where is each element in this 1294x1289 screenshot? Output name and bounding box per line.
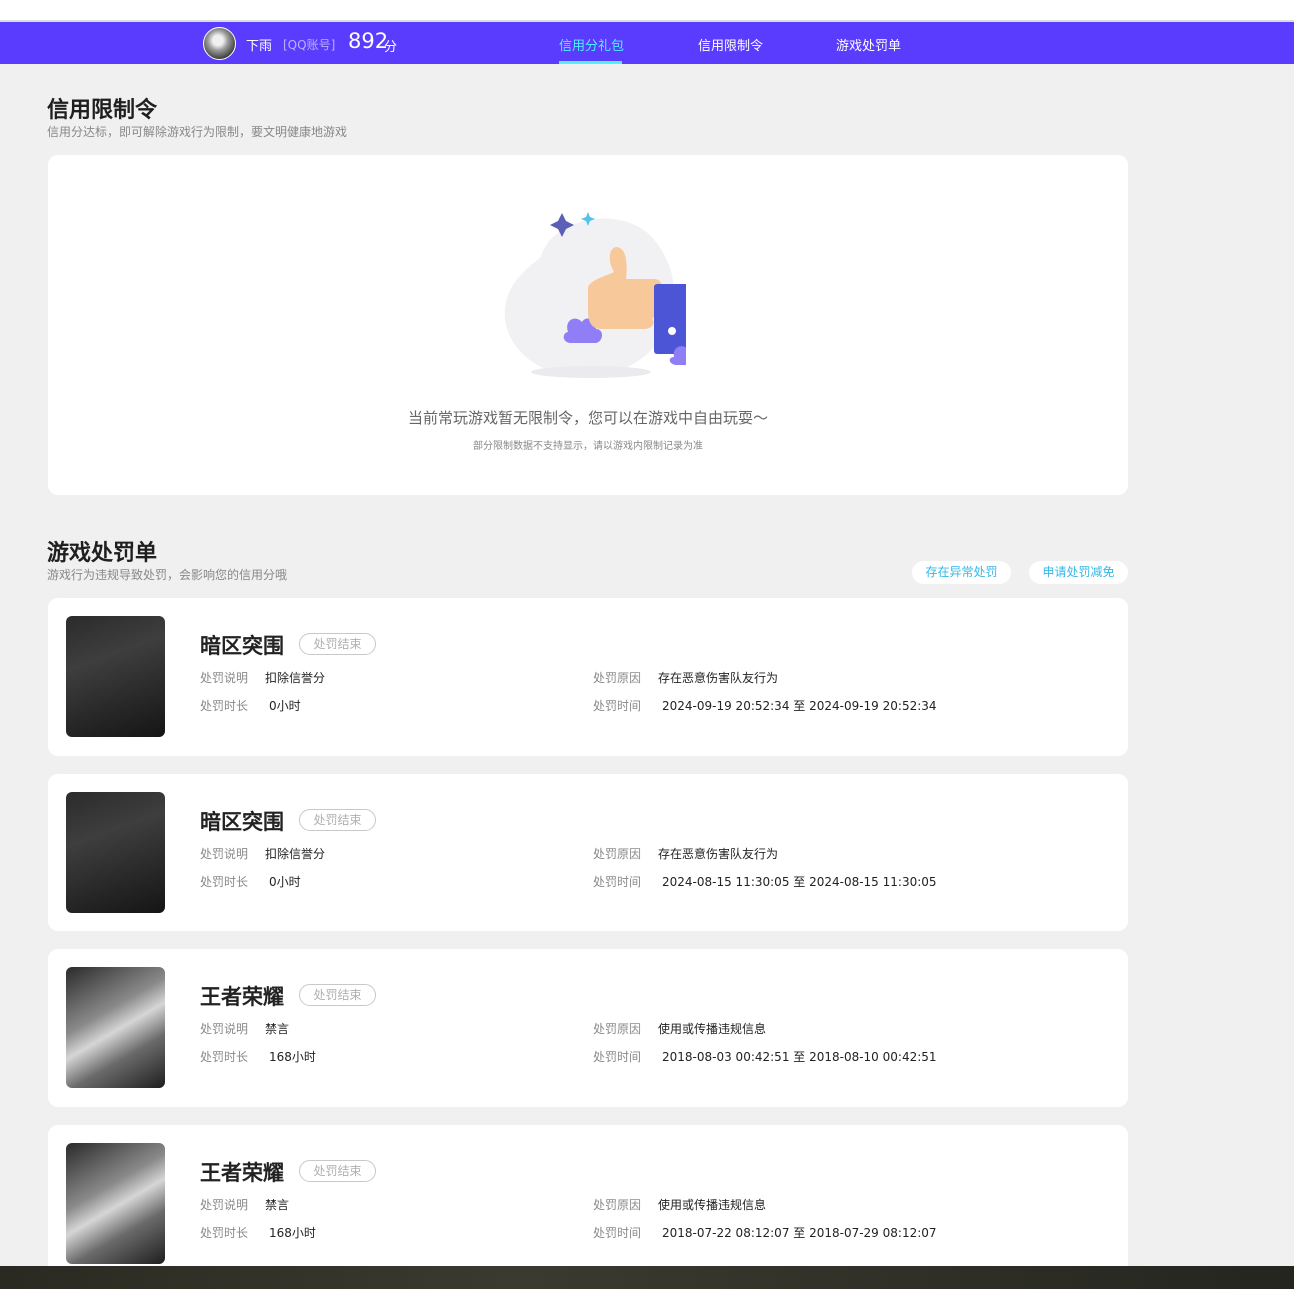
restriction-empty-note: 部分限制数据不支持显示，请以游戏内限制记录为准 (473, 441, 703, 452)
reason-label: 处罚原因 (593, 1022, 642, 1036)
status-badge: 处罚结束 (299, 1160, 376, 1182)
user-avatar[interactable] (203, 27, 236, 60)
credit-score: 892 (348, 29, 389, 53)
duration-value: 168小时 (269, 1050, 316, 1064)
description-label: 处罚说明 (200, 1198, 249, 1212)
penalty-record-card: 王者荣耀 处罚结束 处罚说明 禁言 处罚时长 168小时 处罚原因 使用或传播违… (48, 949, 1128, 1107)
time-label: 处罚时间 (593, 699, 642, 713)
credit-score-unit: 分 (384, 40, 398, 55)
penalty-record-card: 暗区突围 处罚结束 处罚说明 扣除信誉分 处罚时长 0小时 处罚原因 存在恶意伤… (48, 598, 1128, 756)
reason-value: 存在恶意伤害队友行为 (658, 671, 779, 685)
description-label: 处罚说明 (200, 1022, 249, 1036)
thumbs-up-icon (504, 212, 686, 378)
reason-label: 处罚原因 (593, 671, 642, 685)
status-badge: 处罚结束 (299, 809, 376, 831)
penalty-record-card: 王者荣耀 处罚结束 处罚说明 禁言 处罚时长 168小时 处罚原因 使用或传播违… (48, 1125, 1128, 1266)
time-value: 2018-07-22 08:12:07 至 2018-07-29 08:12:0… (662, 1226, 937, 1240)
time-label: 处罚时间 (593, 875, 642, 889)
penalty-section-title: 游戏处罚单 (47, 541, 158, 566)
time-value: 2018-08-03 00:42:51 至 2018-08-10 00:42:5… (662, 1050, 937, 1064)
reason-value: 存在恶意伤害队友行为 (658, 847, 779, 861)
active-tab-indicator (559, 61, 622, 64)
restriction-empty-message: 当前常玩游戏暂无限制令，您可以在游戏中自由玩耍～ (407, 409, 768, 427)
status-badge: 处罚结束 (299, 633, 376, 655)
tab-credit-gift[interactable]: 信用分礼包 (559, 35, 624, 54)
tab-credit-restriction[interactable]: 信用限制令 (698, 35, 763, 54)
restriction-section-subtitle: 信用分达标，即可解除游戏行为限制，要文明健康地游戏 (47, 125, 348, 139)
game-thumbnail (66, 967, 165, 1088)
time-label: 处罚时间 (593, 1226, 642, 1240)
penalty-section-subtitle: 游戏行为违规导致处罚，会影响您的信用分哦 (47, 568, 288, 582)
description-value: 扣除信誉分 (265, 671, 326, 685)
taskbar (0, 1266, 1294, 1289)
top-header: 下雨 [QQ账号] 892 分 信用分礼包 信用限制令 游戏处罚单 (0, 22, 1294, 64)
duration-label: 处罚时长 (200, 875, 249, 889)
report-abnormal-penalty-button[interactable]: 存在异常处罚 (912, 561, 1011, 584)
description-label: 处罚说明 (200, 847, 249, 861)
description-value: 扣除信誉分 (265, 847, 326, 861)
time-value: 2024-08-15 11:30:05 至 2024-08-15 11:30:0… (662, 875, 937, 889)
game-thumbnail (66, 616, 165, 737)
duration-value: 0小时 (269, 699, 301, 713)
time-value: 2024-09-19 20:52:34 至 2024-09-19 20:52:3… (662, 699, 937, 713)
browser-top-strip (0, 0, 1294, 22)
time-label: 处罚时间 (593, 1050, 642, 1064)
duration-label: 处罚时长 (200, 699, 249, 713)
account-type: [QQ账号] (283, 38, 336, 52)
description-value: 禁言 (265, 1198, 290, 1212)
tab-game-penalty[interactable]: 游戏处罚单 (836, 35, 901, 54)
game-thumbnail (66, 792, 165, 913)
reason-label: 处罚原因 (593, 847, 642, 861)
game-name: 王者荣耀 (200, 1161, 284, 1185)
reason-value: 使用或传播违规信息 (658, 1022, 767, 1036)
duration-value: 0小时 (269, 875, 301, 889)
restriction-empty-card: 当前常玩游戏暂无限制令，您可以在游戏中自由玩耍～ 部分限制数据不支持显示，请以游… (48, 155, 1128, 495)
restriction-section-title: 信用限制令 (47, 98, 158, 123)
reason-label: 处罚原因 (593, 1198, 642, 1212)
description-label: 处罚说明 (200, 671, 249, 685)
game-name: 王者荣耀 (200, 985, 284, 1009)
apply-penalty-reduction-button[interactable]: 申请处罚减免 (1029, 561, 1128, 584)
penalty-record-card: 暗区突围 处罚结束 处罚说明 扣除信誉分 处罚时长 0小时 处罚原因 存在恶意伤… (48, 774, 1128, 931)
username: 下雨 (246, 39, 273, 54)
game-name: 暗区突围 (200, 810, 284, 834)
description-value: 禁言 (265, 1022, 290, 1036)
duration-label: 处罚时长 (200, 1226, 249, 1240)
duration-value: 168小时 (269, 1226, 316, 1240)
status-badge: 处罚结束 (299, 984, 376, 1006)
game-name: 暗区突围 (200, 634, 284, 658)
reason-value: 使用或传播违规信息 (658, 1198, 767, 1212)
game-thumbnail (66, 1143, 165, 1264)
duration-label: 处罚时长 (200, 1050, 249, 1064)
